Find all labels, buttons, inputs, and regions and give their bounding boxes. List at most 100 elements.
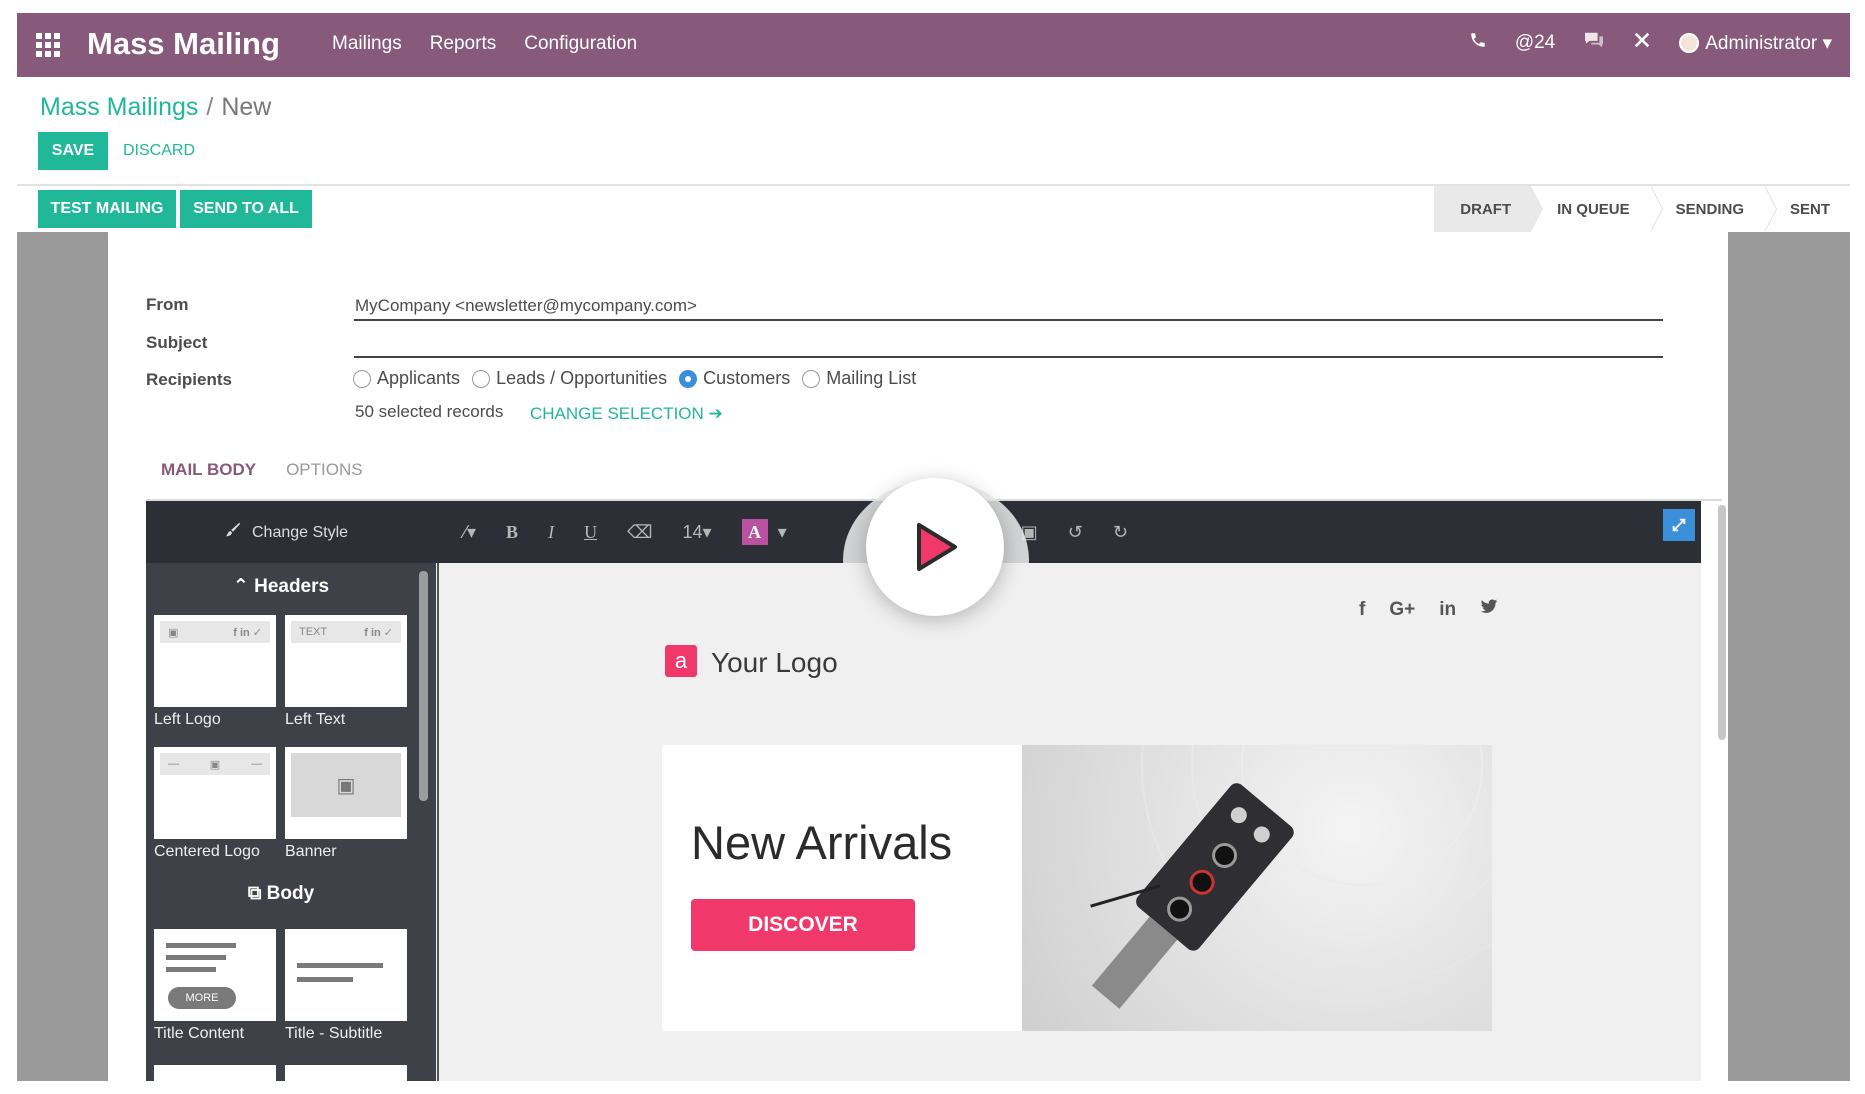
editor-scrollbar[interactable] [1718, 505, 1726, 740]
stage-label: DRAFT [1460, 200, 1512, 218]
arrow-right-icon: ➔ [708, 404, 723, 423]
radio-customers[interactable]: Customers [679, 368, 790, 389]
underline-icon[interactable]: U [584, 522, 597, 543]
debug-tools-icon[interactable] [1633, 31, 1651, 55]
recipients-radio-group: Applicants Leads / Opportunities Custome… [353, 368, 928, 389]
radio-label: Applicants [377, 368, 461, 388]
color-caret-icon[interactable]: ▾ [778, 522, 787, 543]
radio-label: Leads / Opportunities [496, 368, 668, 388]
tab-options[interactable]: OPTIONS [286, 460, 363, 488]
radio-leads-opportunities[interactable]: Leads / Opportunities [472, 368, 667, 389]
play-icon [917, 523, 957, 571]
video-play-button[interactable] [866, 478, 1004, 616]
snippets-body-title: ⧉ Body [146, 883, 416, 905]
stage-draft[interactable]: DRAFT [1434, 186, 1544, 232]
snippets-scrollbar[interactable] [419, 571, 428, 801]
snippets-headers-title: ⌃ Headers [146, 575, 416, 598]
breadcrumb: Mass Mailings / New [40, 93, 271, 122]
text-tag: TEXT [299, 626, 328, 638]
menu-item-mailings[interactable]: Mailings [332, 33, 402, 55]
radio-dot [679, 369, 698, 388]
radio-mailing-list[interactable]: Mailing List [802, 368, 916, 389]
menu-item-configuration[interactable]: Configuration [524, 33, 637, 55]
app-title: Mass Mailing [87, 26, 280, 61]
snippet-title-content[interactable]: MORE [154, 929, 276, 1021]
format-tools: ⁄▾ B I U ⌫ 14▾ A ▾ ▾ ⚭ ▣ ↺ ↻ [464, 519, 1128, 545]
send-to-all-button[interactable]: SEND TO ALL [180, 190, 312, 228]
font-size-dropdown[interactable]: 14▾ [683, 522, 712, 543]
save-button[interactable]: SAVE [38, 132, 108, 170]
magic-wand-icon[interactable]: ⁄▾ [464, 522, 476, 543]
logo-text[interactable]: Your Logo [711, 647, 838, 679]
stage-in-queue[interactable]: IN QUEUE [1531, 186, 1663, 232]
user-name: Administrator [1705, 32, 1818, 54]
mentions-counter[interactable]: @24 [1515, 32, 1555, 54]
snippet-label: Title Content [154, 1025, 245, 1042]
snippet-label: Banner [285, 843, 337, 860]
change-style-button[interactable]: Change Style [224, 521, 348, 544]
hero-title[interactable]: New Arrivals [691, 815, 952, 870]
menu-item-reports[interactable]: Reports [430, 33, 497, 55]
avatar [1679, 32, 1700, 53]
fullscreen-button[interactable] [1663, 509, 1695, 541]
image-icon: ▣ [168, 626, 179, 639]
twitter-icon[interactable] [1480, 599, 1498, 621]
snippet-centered-logo[interactable]: — ▣ — [154, 747, 276, 839]
snippet-label: Centered Logo [154, 843, 260, 860]
snippet-title-subtitle[interactable] [285, 929, 407, 1021]
tab-mail-body[interactable]: MAIL BODY [161, 460, 256, 488]
change-selection-label: CHANGE SELECTION [530, 404, 704, 423]
breadcrumb-separator: / [206, 93, 214, 121]
caret-down-icon: ▾ [1822, 32, 1832, 54]
from-label: From [146, 295, 189, 314]
radio-dot [353, 369, 371, 388]
redo-icon[interactable]: ↻ [1113, 522, 1128, 543]
mail-canvas[interactable]: f G+ in a Your Logo New Arrivals DISCOVE… [437, 563, 1701, 1081]
radio-label: Customers [703, 368, 791, 388]
snippet-banner[interactable]: ▣ [285, 747, 407, 839]
user-menu[interactable]: Administrator ▾ [1679, 32, 1832, 55]
phone-icon[interactable] [1469, 31, 1487, 55]
stage-sending[interactable]: SENDING [1650, 186, 1777, 232]
apps-grid-icon[interactable] [36, 33, 60, 57]
statusbar: TEST MAILING SEND TO ALL DRAFT IN QUEUE … [17, 186, 1850, 232]
text-color-button[interactable]: A [741, 519, 768, 545]
discard-button[interactable]: DISCARD [119, 132, 199, 170]
undo-icon[interactable]: ↺ [1068, 522, 1083, 543]
radio-dot [472, 369, 491, 388]
snippet-label: Left Text [285, 711, 346, 728]
selected-records: 50 selected records [355, 402, 504, 421]
stage-label: IN QUEUE [1557, 200, 1630, 218]
change-style-label: Change Style [252, 523, 349, 541]
change-selection-link[interactable]: CHANGE SELECTION ➔ [530, 404, 723, 424]
hero-banner[interactable]: New Arrivals DISCOVER [662, 745, 1492, 1031]
discover-button[interactable]: DISCOVER [691, 899, 915, 951]
italic-icon[interactable]: I [548, 522, 554, 543]
eraser-icon[interactable]: ⌫ [627, 522, 652, 543]
linkedin-icon[interactable]: in [1439, 599, 1456, 621]
snippet-more-1[interactable] [154, 1065, 276, 1085]
google-plus-icon[interactable]: G+ [1389, 599, 1415, 621]
top-navbar: Mass Mailing Mailings Reports Configurat… [17, 13, 1850, 77]
social-icons: f in ✓ [233, 626, 262, 639]
subject-field-underline [354, 356, 1663, 358]
snippet-left-text[interactable]: TEXT f in ✓ [285, 615, 407, 707]
chat-icon[interactable] [1583, 31, 1605, 55]
logo-mark[interactable]: a [665, 645, 697, 677]
breadcrumb-parent[interactable]: Mass Mailings [40, 93, 198, 121]
radio-applicants[interactable]: Applicants [353, 368, 460, 389]
chevron-up-icon: ⌃ [232, 576, 249, 597]
dash-icon: — [251, 758, 262, 770]
test-mailing-button[interactable]: TEST MAILING [38, 190, 176, 228]
from-field-underline [354, 319, 1663, 321]
bold-icon[interactable]: B [506, 522, 518, 543]
notebook-tabs: MAIL BODY OPTIONS [161, 460, 363, 488]
facebook-icon[interactable]: f [1359, 599, 1365, 621]
dash-icon: — [168, 758, 179, 770]
snippet-label: Left Logo [154, 711, 221, 728]
expand-icon [1672, 518, 1686, 532]
recipients-label: Recipients [146, 370, 232, 389]
snippet-more-2[interactable] [285, 1065, 407, 1085]
from-field[interactable]: MyCompany <newsletter@mycompany.com> [355, 296, 697, 316]
snippet-left-logo[interactable]: ▣ f in ✓ [154, 615, 276, 707]
